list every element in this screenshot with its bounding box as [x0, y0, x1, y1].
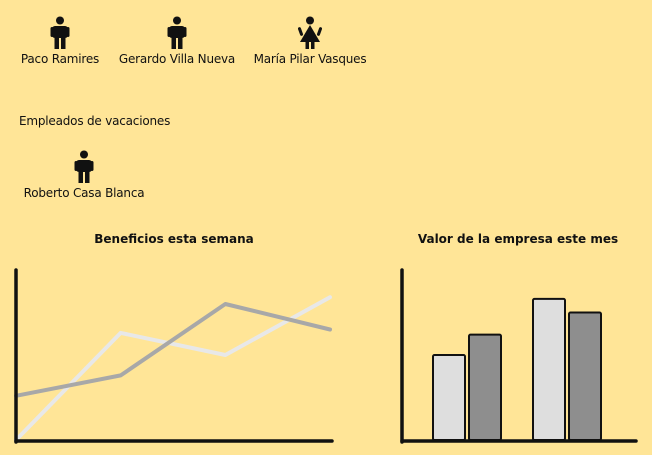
female-person-icon [298, 16, 322, 49]
male-person-icon [50, 16, 70, 49]
bar-chart-title: Valor de la empresa este mes [417, 232, 619, 246]
employee-card[interactable]: Paco Ramires [18, 16, 102, 66]
employee-name: Gerardo Villa Nueva [118, 52, 236, 66]
bar-2-1 [532, 297, 566, 442]
male-person-icon [167, 16, 187, 49]
vacation-heading: Empleados de vacaciones [19, 114, 171, 128]
vacation-employee-card[interactable]: Roberto Casa Blanca [18, 150, 150, 200]
line-chart-title: Beneficios esta semana [94, 232, 254, 246]
bar-2-2 [568, 311, 602, 441]
bar-1-1 [432, 354, 466, 441]
male-person-icon [74, 150, 94, 183]
line-chart [14, 268, 334, 444]
employee-name: María Pilar Vasques [253, 52, 367, 66]
employee-name: Paco Ramires [20, 52, 100, 66]
bar-1-2 [468, 333, 502, 441]
bar-chart [400, 268, 638, 444]
employee-name: Roberto Casa Blanca [23, 186, 145, 200]
employee-card[interactable]: Gerardo Villa Nueva [117, 16, 237, 66]
employee-card[interactable]: María Pilar Vasques [248, 16, 372, 66]
line-series-2 [14, 302, 332, 398]
